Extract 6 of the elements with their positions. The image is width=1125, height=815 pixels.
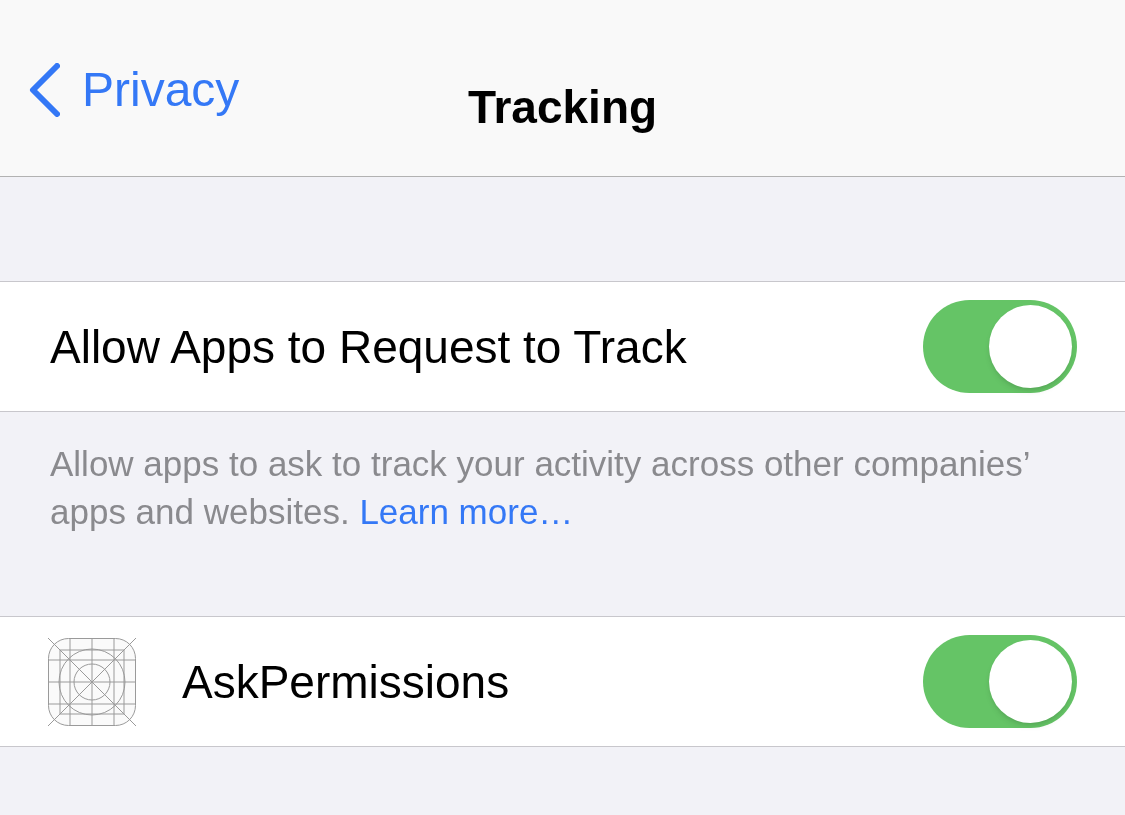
- learn-more-link[interactable]: Learn more…: [359, 492, 574, 531]
- back-button[interactable]: Privacy: [0, 59, 240, 117]
- row-label: AskPermissions: [182, 658, 510, 705]
- chevron-left-icon: [28, 63, 60, 117]
- app-icon: [48, 637, 136, 726]
- footer-text: Allow apps to ask to track your activity across other companies’ apps and websites. Learn more…: [50, 443, 1031, 533]
